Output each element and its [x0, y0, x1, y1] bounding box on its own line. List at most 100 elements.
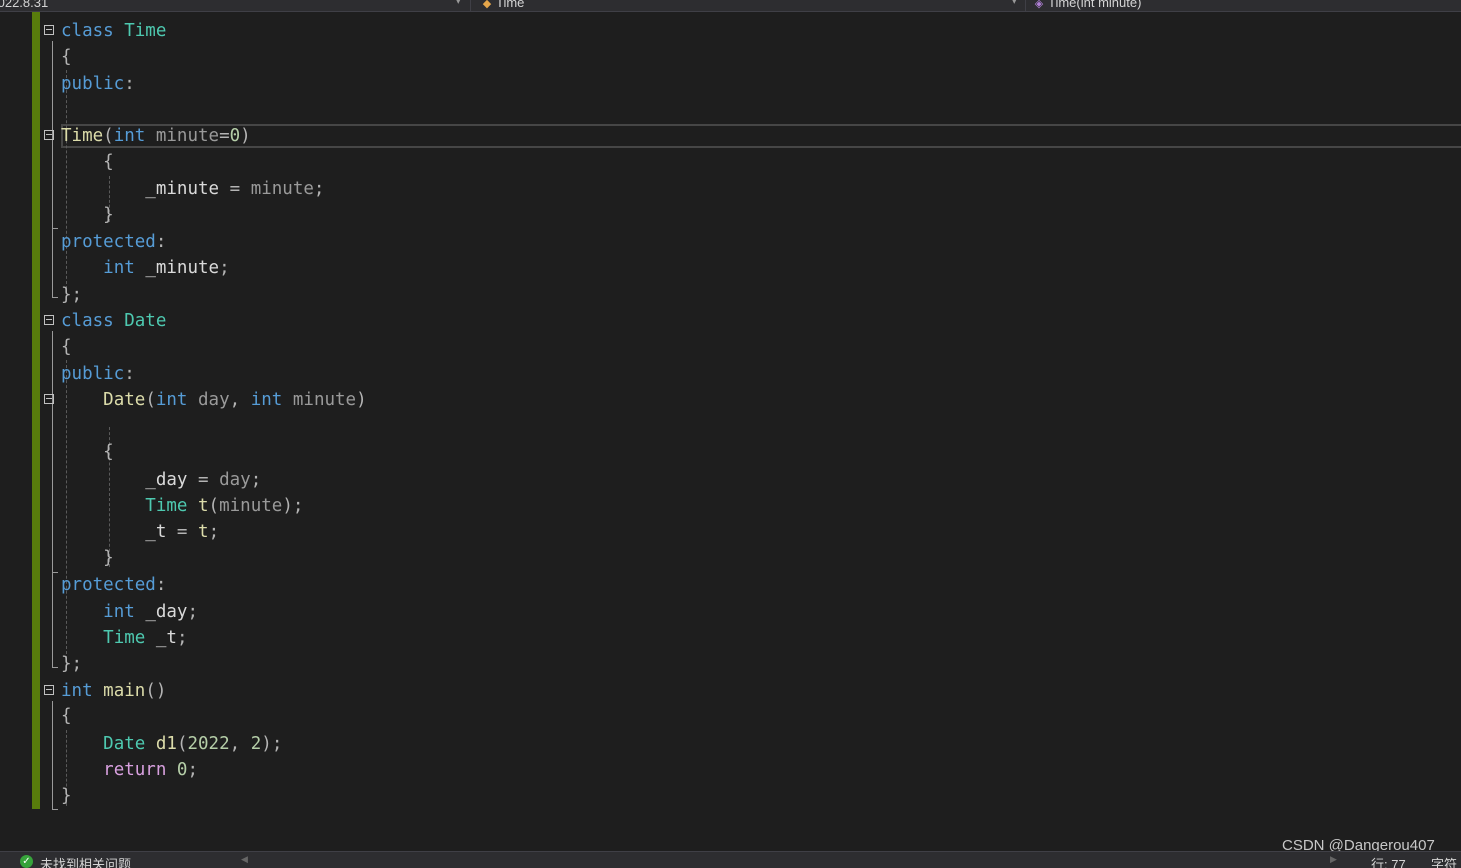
code-line-20: _t = t;: [0, 519, 1461, 545]
member-token: _t: [145, 522, 167, 542]
code-line-17: {: [0, 439, 1461, 465]
fold-collapse-icon[interactable]: [44, 685, 54, 695]
member-token: _minute: [145, 179, 220, 199]
method-icon: ◈: [1034, 0, 1044, 10]
punct-token: =: [229, 179, 241, 199]
punct-token: (: [145, 681, 156, 701]
fold-collapse-icon[interactable]: [44, 394, 54, 404]
code-line-22: protected:: [0, 572, 1461, 598]
punct-token: :: [124, 364, 135, 384]
project-dropdown[interactable]: .022.8.31: [0, 0, 49, 11]
fold-collapse-icon[interactable]: [44, 130, 54, 140]
brace-token: {: [61, 706, 72, 726]
punct-token: ;: [71, 285, 83, 305]
keyword-token: int: [103, 602, 135, 622]
punct-token: ): [261, 734, 272, 754]
brace-token: {: [61, 47, 72, 67]
keyword-token: int: [250, 390, 283, 410]
punct-token: (: [208, 496, 220, 516]
punct-token: ;: [271, 734, 283, 754]
code-line-2: {: [0, 44, 1461, 70]
punct-token: ;: [187, 602, 199, 622]
function-token: t: [198, 496, 209, 516]
nav-divider: [470, 0, 471, 11]
char-indicator[interactable]: 字符: [1431, 854, 1457, 868]
param-token: day: [198, 390, 230, 410]
line-indicator[interactable]: 行: 77: [1371, 854, 1406, 868]
code-line-5: Time(int minute=0): [0, 123, 1461, 149]
punct-token: ;: [187, 760, 199, 780]
code-line-18: _day = day;: [0, 467, 1461, 493]
fold-collapse-icon[interactable]: [44, 25, 54, 35]
issues-status[interactable]: 未找到相关问题: [40, 854, 131, 868]
member-dropdown[interactable]: ◈ Time(int minute): [1034, 0, 1142, 11]
brace-token: {: [103, 442, 114, 462]
code-line-8: }: [0, 202, 1461, 228]
navigation-bar: .022.8.31 ▾ ◆ Time ▾ ◈ Time(int minute): [0, 0, 1461, 12]
code-line-29: return 0;: [0, 757, 1461, 783]
code-line-25: };: [0, 651, 1461, 677]
status-bar: ✓ 未找到相关问题 ◀ ▶ 行: 77 字符: [0, 851, 1461, 868]
keyword-token: return: [103, 760, 167, 780]
chevron-down-icon[interactable]: ▾: [456, 0, 461, 7]
keyword-token: class: [61, 21, 114, 41]
chevron-down-icon[interactable]: ▾: [1012, 0, 1017, 7]
member-token: _day: [145, 602, 188, 622]
punct-token: (: [145, 390, 156, 410]
param-token: minute: [292, 390, 357, 410]
punct-token: :: [155, 575, 167, 595]
code-line-7: _minute = minute;: [0, 176, 1461, 202]
scroll-left-icon[interactable]: ◀: [241, 854, 248, 865]
punct-token: ;: [176, 628, 188, 648]
punct-token: =: [176, 522, 188, 542]
project-label: .022.8.31: [0, 0, 49, 10]
code-editor[interactable]: class Time { public: Time(int minute=0) …: [0, 12, 1461, 848]
punct-token: ): [356, 390, 367, 410]
keyword-token: public: [61, 364, 125, 384]
keyword-token: protected: [61, 575, 156, 595]
class-dropdown[interactable]: ◆ Time: [482, 0, 525, 11]
code-line-23: int _day;: [0, 599, 1461, 625]
code-line-11: };: [0, 282, 1461, 308]
keyword-token: public: [61, 74, 125, 94]
member-token: _minute: [145, 258, 220, 278]
variable-token: d1: [155, 734, 177, 754]
code-line-24: Time _t;: [0, 625, 1461, 651]
punct-token: ;: [250, 470, 262, 490]
code-line-27: {: [0, 703, 1461, 729]
scroll-right-icon[interactable]: ▶: [1330, 854, 1337, 865]
type-token: Time: [124, 21, 167, 41]
punct-token: =: [198, 470, 209, 490]
number-token: 2: [250, 734, 262, 754]
keyword-token: class: [61, 311, 114, 331]
class-icon: ◆: [482, 0, 492, 10]
code-line-12: class Date: [0, 308, 1461, 334]
punct-token: (: [103, 126, 114, 146]
member-token: _t: [155, 628, 177, 648]
code-line-13: {: [0, 334, 1461, 360]
function-token: Time: [61, 126, 104, 146]
keyword-token: int: [103, 258, 135, 278]
punct-token: ,: [229, 734, 241, 754]
member-token: _day: [145, 470, 188, 490]
code-line-9: protected:: [0, 229, 1461, 255]
type-token: Date: [124, 311, 167, 331]
brace-token: }: [61, 786, 72, 806]
class-label: Time: [496, 0, 525, 10]
punct-token: :: [124, 74, 135, 94]
code-line-21: }: [0, 545, 1461, 571]
keyword-token: int: [113, 126, 146, 146]
number-token: 0: [229, 126, 241, 146]
nav-divider: [1025, 0, 1026, 11]
fold-collapse-icon[interactable]: [44, 315, 54, 325]
punct-token: (: [176, 734, 188, 754]
code-line-30: }: [0, 783, 1461, 809]
param-token: minute: [155, 126, 220, 146]
param-token: minute: [219, 496, 283, 516]
param-token: day: [219, 470, 251, 490]
code-line-19: Time t(minute);: [0, 493, 1461, 519]
code-line-3: public:: [0, 71, 1461, 97]
function-token: main: [103, 681, 146, 701]
code-line-10: int _minute;: [0, 255, 1461, 281]
punct-token: ): [155, 681, 167, 701]
